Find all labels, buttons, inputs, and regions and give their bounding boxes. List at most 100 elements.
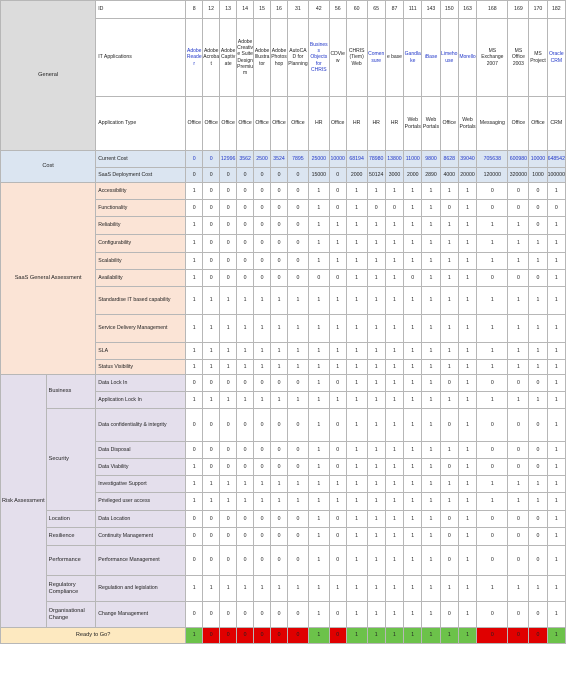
risk-value-cell: 1 <box>185 575 204 602</box>
risk-value-cell: 1 <box>345 527 368 546</box>
saas-value-cell: 1 <box>185 269 204 287</box>
risk-value-cell: 0 <box>270 408 288 442</box>
saas-value-cell: 1 <box>457 216 478 235</box>
saas-value-cell: 1 <box>328 216 347 235</box>
risk-value-cell: 0 <box>185 510 204 528</box>
saas-value-cell: 1 <box>345 314 368 343</box>
current-cost-cell: 10000 <box>528 150 548 168</box>
saas-value-cell: 1 <box>476 234 509 253</box>
saas-criterion-label: Status Visibility <box>95 359 187 375</box>
app-type-cell: Office <box>253 96 272 151</box>
current-cost-cell: 25000 <box>307 150 330 168</box>
deploy-cost-header: SaaS Deployment Cost <box>95 167 187 183</box>
saas-value-cell: 0 <box>286 216 309 235</box>
risk-value-cell: 1 <box>366 527 386 546</box>
ready-status-cell: 1 <box>457 627 478 644</box>
assessment-table: General ID 8 12 13 14 15 16 31 42 56 60 65 87 111 143 15… <box>0 0 567 644</box>
saas-value-cell: 0 <box>528 199 548 217</box>
risk-value-cell: 0 <box>236 441 255 459</box>
id-cell: 31 <box>286 0 309 19</box>
saas-value-cell: 1 <box>366 182 386 200</box>
saas-value-cell: 1 <box>403 216 423 235</box>
risk-value-cell: 0 <box>476 374 509 392</box>
app-type-cell: Web Portals <box>403 96 423 151</box>
deploy-cost-cell: 0 <box>270 167 288 183</box>
saas-value-cell: 1 <box>384 182 405 200</box>
app-type-cell: HR <box>384 96 405 151</box>
assessment-sheet: General ID 8 12 13 14 15 16 31 42 56 60 65 87 111 143 15… <box>0 0 567 687</box>
id-cell: 15 <box>253 0 272 19</box>
risk-value-cell: 0 <box>185 527 204 546</box>
risk-value-cell: 1 <box>476 475 509 493</box>
risk-value-cell: 1 <box>439 492 459 511</box>
risk-value-cell: 0 <box>236 510 255 528</box>
current-cost-cell: 78980 <box>366 150 386 168</box>
risk-value-cell: 0 <box>439 601 459 628</box>
risk-value-cell: 1 <box>202 575 221 602</box>
app-name-cell: CDView <box>328 18 347 97</box>
id-cell: 143 <box>421 0 441 19</box>
ready-status-cell: 1 <box>307 627 330 644</box>
risk-value-cell: 0 <box>439 545 459 576</box>
risk-value-cell: 1 <box>403 475 423 493</box>
risk-value-cell: 1 <box>507 575 530 602</box>
saas-value-cell: 1 <box>345 199 368 217</box>
app-name-cell: MS Office 2003 <box>507 18 530 97</box>
app-type-cell: HR <box>345 96 368 151</box>
risk-value-cell: 1 <box>345 458 368 476</box>
deploy-cost-cell: 15000 <box>307 167 330 183</box>
risk-value-cell: 0 <box>219 408 238 442</box>
saas-value-cell: 1 <box>507 342 530 360</box>
saas-value-cell: 1 <box>507 234 530 253</box>
risk-value-cell: 1 <box>345 492 368 511</box>
saas-value-cell: 1 <box>403 252 423 270</box>
risk-value-cell: 0 <box>439 510 459 528</box>
saas-value-cell: 1 <box>345 216 368 235</box>
risk-value-cell: 1 <box>546 527 567 546</box>
risk-value-cell: 1 <box>366 408 386 442</box>
saas-value-cell: 0 <box>270 252 288 270</box>
saas-value-cell: 1 <box>507 314 530 343</box>
saas-value-cell: 1 <box>439 342 459 360</box>
deploy-cost-cell: 100000 <box>546 167 567 183</box>
app-type-cell: Office <box>286 96 309 151</box>
saas-value-cell: 1 <box>270 359 288 375</box>
risk-value-cell: 0 <box>219 458 238 476</box>
risk-criterion-label: Change Management <box>95 601 187 628</box>
risk-criterion-label: Performance Management <box>95 545 187 576</box>
saas-value-cell: 1 <box>384 286 405 315</box>
risk-value-cell: 1 <box>366 458 386 476</box>
risk-value-cell: 1 <box>345 545 368 576</box>
saas-value-cell: 1 <box>307 252 330 270</box>
deploy-cost-cell: 320000 <box>507 167 530 183</box>
risk-value-cell: 1 <box>403 527 423 546</box>
risk-value-cell: 1 <box>366 575 386 602</box>
saas-value-cell: 1 <box>307 314 330 343</box>
saas-value-cell: 0 <box>270 182 288 200</box>
saas-value-cell: 1 <box>307 286 330 315</box>
risk-value-cell: 0 <box>270 441 288 459</box>
risk-value-cell: 0 <box>476 458 509 476</box>
risk-value-cell: 0 <box>507 441 530 459</box>
risk-value-cell: 0 <box>528 545 548 576</box>
risk-group-performance: Performance <box>45 545 97 576</box>
app-type-cell: Office <box>507 96 530 151</box>
risk-value-cell: 1 <box>345 408 368 442</box>
risk-value-cell: 0 <box>286 408 309 442</box>
risk-value-cell: 0 <box>202 408 221 442</box>
saas-value-cell: 1 <box>185 234 204 253</box>
saas-value-cell: 1 <box>384 252 405 270</box>
saas-value-cell: 1 <box>185 182 204 200</box>
risk-value-cell: 1 <box>384 545 405 576</box>
risk-value-cell: 1 <box>457 374 478 392</box>
risk-value-cell: 1 <box>366 545 386 576</box>
risk-value-cell: 1 <box>546 408 567 442</box>
current-cost-cell: 600980 <box>507 150 530 168</box>
risk-value-cell: 1 <box>307 575 330 602</box>
saas-value-cell: 1 <box>236 342 255 360</box>
saas-value-cell: 1 <box>202 286 221 315</box>
saas-value-cell: 1 <box>507 286 530 315</box>
app-name-cell: Adobe Illustrator <box>253 18 272 97</box>
app-type-cell: Office <box>219 96 238 151</box>
current-cost-cell: 9800 <box>421 150 441 168</box>
